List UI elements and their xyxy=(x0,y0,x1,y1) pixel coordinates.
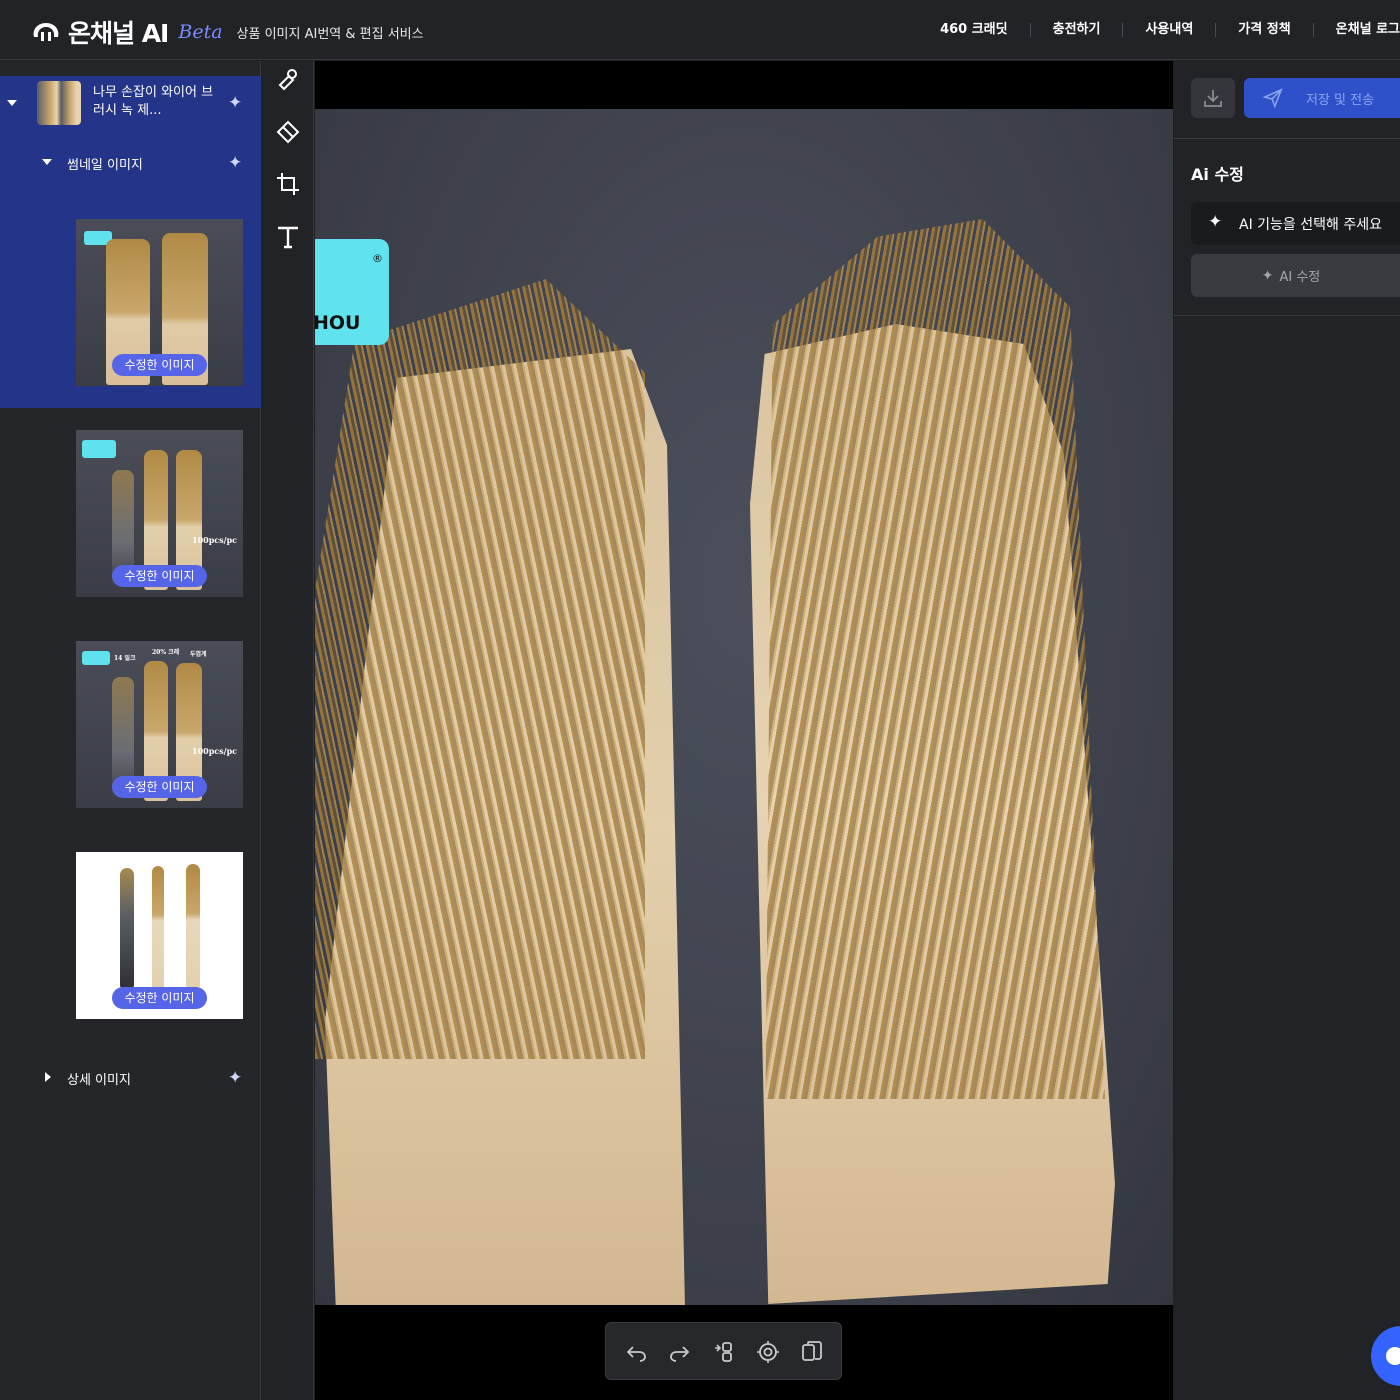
ai-function-select[interactable]: ✦ AI 기능을 선택해 주세요 xyxy=(1191,202,1400,245)
credits-link[interactable]: 460 크래딧 xyxy=(918,23,1030,37)
edited-badge: 수정한 이미지 xyxy=(112,987,207,1009)
eraser-pen-icon[interactable] xyxy=(275,66,301,92)
copy-icon[interactable] xyxy=(800,1340,824,1364)
product-photo[interactable]: HOU ® xyxy=(315,109,1173,1305)
label-text: 20% 크레 xyxy=(152,649,180,656)
crop-icon[interactable] xyxy=(275,171,301,197)
undo-icon[interactable] xyxy=(624,1340,648,1364)
top-nav: 460 크래딧 충전하기 사용내역 가격 정책 온채널 로그 xyxy=(918,0,1400,60)
chevron-down-icon[interactable] xyxy=(42,159,52,165)
edited-badge: 수정한 이미지 xyxy=(112,354,207,376)
logo[interactable]: 온채널 AI Beta 상품 이미지 AI번역 & 편집 서비스 xyxy=(30,14,424,50)
beta-label: Beta xyxy=(178,21,223,43)
product-title: 나무 손잡이 와이어 브러시 녹 제... xyxy=(93,85,214,118)
charge-link[interactable]: 충전하기 xyxy=(1029,23,1123,37)
send-icon xyxy=(1262,88,1283,109)
canvas-toolbar xyxy=(605,1322,842,1380)
quantity-text: 100pcs/pc xyxy=(192,535,238,545)
edited-badge: 수정한 이미지 xyxy=(112,776,207,798)
label-text: 두껍게 xyxy=(190,651,207,658)
save-and-send-label: 저장 및 전송 xyxy=(1306,92,1375,108)
redo-icon[interactable] xyxy=(668,1340,692,1364)
image-canvas[interactable]: HOU ® xyxy=(315,61,1173,1400)
sparkle-icon: ✦ xyxy=(1261,267,1274,284)
brand-tag xyxy=(82,651,110,665)
brush-image xyxy=(152,866,164,988)
brush-image xyxy=(120,868,134,988)
action-bar: 저장 및 전송 xyxy=(1174,61,1400,139)
compare-icon[interactable] xyxy=(712,1340,736,1364)
sparkle-icon: ✦ xyxy=(1208,212,1223,232)
detail-section-label: 상세 이미지 xyxy=(67,1073,131,1088)
download-icon xyxy=(1204,90,1222,107)
target-icon[interactable] xyxy=(756,1340,780,1364)
eraser-icon[interactable] xyxy=(275,118,301,144)
thumbnail-image[interactable]: 100pcs/pc 수정한 이미지 xyxy=(76,430,243,597)
thumbnail-image[interactable]: 수정한 이미지 xyxy=(76,219,243,386)
sparkle-icon[interactable]: ✦ xyxy=(228,155,242,172)
chevron-right-icon[interactable] xyxy=(45,1072,51,1082)
product-thumbnail xyxy=(37,81,81,125)
download-button[interactable] xyxy=(1191,78,1235,118)
ai-edit-label: AI 수정 xyxy=(1279,270,1321,285)
tool-column xyxy=(262,61,314,1400)
pricing-link[interactable]: 가격 정책 xyxy=(1215,23,1312,37)
divider xyxy=(1174,315,1400,316)
thumbnail-image[interactable]: 14 일크 20% 크레 두껍게 100pcs/pc 수정한 이미지 xyxy=(76,641,243,808)
ai-function-placeholder: AI 기능을 선택해 주세요 xyxy=(1239,216,1382,233)
top-bar: 온채널 AI Beta 상품 이미지 AI번역 & 편집 서비스 460 크래딧… xyxy=(0,0,1400,60)
right-panel: 저장 및 전송 Ai 수정 ✦ AI 기능을 선택해 주세요 ✦ AI 수정 xyxy=(1174,61,1400,1400)
brand-logo-text: HOU xyxy=(315,312,361,334)
brush-image xyxy=(186,864,200,988)
bristles-right xyxy=(765,219,1105,1099)
brand-name: 온채널 AI xyxy=(68,19,169,48)
thumbnail-section-label: 썸네일 이미지 xyxy=(67,158,143,173)
sidebar: 나무 손잡이 와이어 브러시 녹 제... ✦ 썸네일 이미지 ✦ 수정한 이미… xyxy=(0,61,261,1400)
save-and-send-button[interactable]: 저장 및 전송 xyxy=(1244,78,1400,118)
thumbnail-image[interactable]: 수정한 이미지 xyxy=(76,852,243,1019)
sparkle-icon[interactable]: ✦ xyxy=(228,95,242,112)
usage-link[interactable]: 사용내역 xyxy=(1122,23,1215,37)
chat-icon xyxy=(1386,1347,1400,1365)
ai-edit-button[interactable]: ✦ AI 수정 xyxy=(1191,254,1400,297)
label-text: 14 일크 xyxy=(114,655,136,662)
detail-section-header[interactable]: 상세 이미지 ✦ xyxy=(0,1066,261,1090)
product-item[interactable]: 나무 손잡이 와이어 브러시 녹 제... ✦ xyxy=(0,81,261,129)
tagline: 상품 이미지 AI번역 & 편집 서비스 xyxy=(236,26,424,42)
onchannel-login-link[interactable]: 온채널 로그 xyxy=(1312,23,1400,37)
quantity-text: 100pcs/pc xyxy=(192,746,238,756)
registered-mark: ® xyxy=(372,252,383,265)
logo-icon xyxy=(33,23,59,41)
text-icon[interactable] xyxy=(275,224,301,250)
bristles-left xyxy=(315,279,645,1059)
chevron-down-icon[interactable] xyxy=(7,100,17,106)
ai-edit-title: Ai 수정 xyxy=(1191,165,1244,184)
brand-tag xyxy=(82,440,116,458)
sparkle-icon[interactable]: ✦ xyxy=(228,1070,242,1087)
thumbnail-section-header[interactable]: 썸네일 이미지 ✦ xyxy=(0,151,261,175)
edited-badge: 수정한 이미지 xyxy=(112,565,207,587)
